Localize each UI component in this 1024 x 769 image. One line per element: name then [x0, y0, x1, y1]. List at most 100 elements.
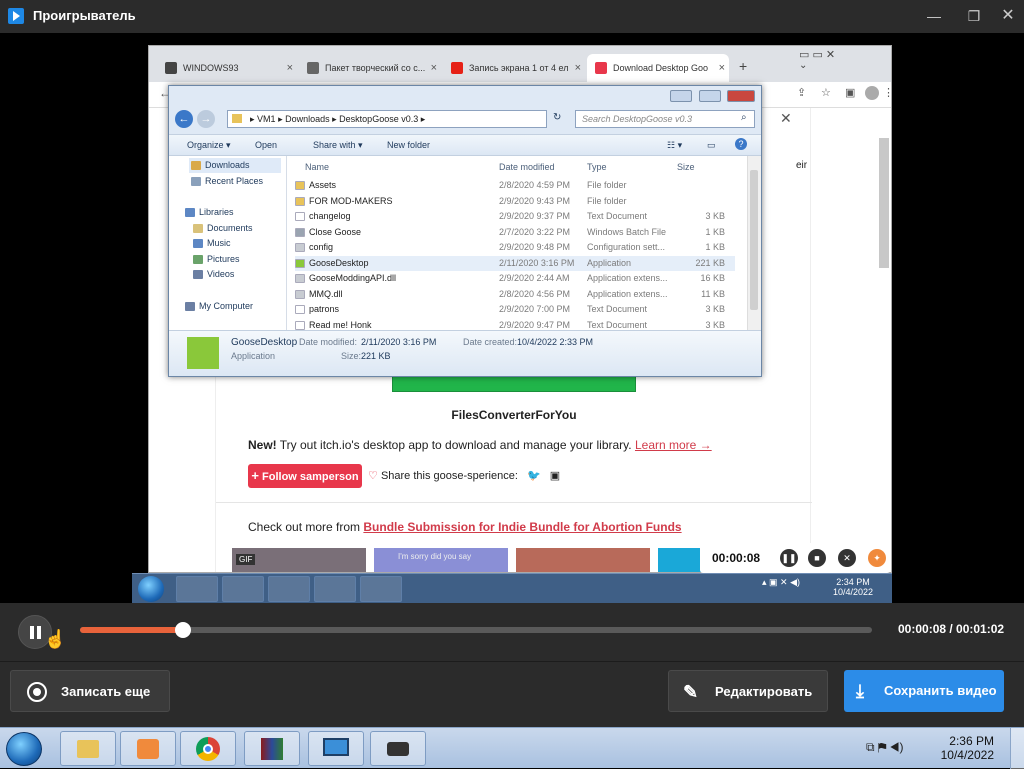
- file-date: 2/8/2020 4:56 PM: [499, 288, 571, 299]
- save-video-button[interactable]: ⤓ Сохранить видео: [844, 670, 1004, 712]
- search-icon: ⌕: [741, 112, 747, 123]
- share-with-menu: Share with ▾: [313, 140, 363, 150]
- column-header-name: Name: [305, 162, 330, 172]
- explorer-search-input: Search DesktopGoose v0.3: [575, 110, 755, 128]
- file-size: 11 KB: [701, 288, 725, 299]
- details-size: 221 KB: [361, 351, 391, 361]
- refresh-icon: ↻: [553, 112, 562, 123]
- file-size: 3 KB: [705, 304, 725, 314]
- file-row: MMQ.dll 2/8/2020 4:56 PM Application exten…: [295, 287, 735, 302]
- minimize-button[interactable]: —: [916, 4, 952, 28]
- start-button[interactable]: [6, 732, 42, 766]
- recorded-taskbar-chrome: [268, 576, 310, 602]
- file-row: FOR MOD-MAKERS 2/9/2020 9:43 PM File folde…: [295, 194, 735, 209]
- file-type: Text Document: [587, 304, 648, 314]
- record-again-button[interactable]: Записать еще: [10, 670, 170, 712]
- file-row: patrons 2/9/2020 7:00 PM Text Document 3 KB: [295, 302, 735, 317]
- downloads-folder-icon: [191, 161, 201, 170]
- file-icon: [295, 274, 305, 283]
- column-header-type: Type: [587, 162, 607, 172]
- recorded-taskbar-computer: [360, 576, 402, 602]
- details-created-label: Date created:: [463, 337, 518, 347]
- breadcrumb-separator: ▸: [420, 114, 426, 124]
- taskbar-chrome-button[interactable]: [180, 731, 236, 766]
- taskbar-explorer-button[interactable]: [60, 731, 116, 766]
- chrome-icon: [196, 737, 220, 761]
- details-kind: Application: [231, 351, 276, 361]
- file-name: GooseModdingAPI.dll: [309, 273, 397, 283]
- sidepanel-icon: ▣: [845, 87, 856, 99]
- breadcrumb-item: DesktopGoose v0.3: [339, 114, 419, 124]
- folder-icon: [232, 114, 242, 123]
- explorer-window: ← → ▸ VM1 ▸ Downloads ▸ DesktopGoose v0.…: [168, 85, 762, 377]
- gif-badge: GIF: [236, 554, 256, 565]
- recorded-clock: 2:34 PM 10/4/2022: [828, 577, 878, 597]
- tray-icons: ▴ ▣ ✕ ◀): [762, 577, 800, 587]
- file-list-scrollbar: [747, 156, 761, 330]
- thumbnail-caption: I'm sorry did you say: [398, 552, 472, 561]
- system-tray-icons[interactable]: ⧉ ⚑ ◀): [866, 740, 904, 755]
- game-thumbnail: GIF: [232, 548, 366, 572]
- nav-label: Downloads: [205, 160, 250, 170]
- recorded-taskbar: ▴ ▣ ✕ ◀) 2:34 PM 10/4/2022: [132, 573, 892, 603]
- file-name: config: [309, 242, 334, 252]
- nav-label: Libraries: [199, 207, 234, 217]
- explorer-nav-pane: Downloads Recent Places Libraries Docume…: [169, 156, 287, 330]
- file-icon: [295, 243, 305, 252]
- address-bar: ▸ VM1 ▸ Downloads ▸ DesktopGoose v0.3 ▸: [227, 110, 547, 128]
- file-size: 1 KB: [705, 226, 725, 237]
- explorer-folder-icon: [77, 740, 99, 758]
- check-out-text: Check out more from: [248, 520, 361, 534]
- edit-button[interactable]: ✎ Редактировать: [668, 670, 828, 712]
- explorer-minimize-icon: [670, 90, 693, 102]
- recorded-taskbar-player: [222, 576, 264, 602]
- show-desktop-button[interactable]: [1010, 728, 1024, 769]
- music-icon: [193, 239, 203, 248]
- taskbar-recorder-button[interactable]: [370, 731, 426, 766]
- computer-icon: [185, 302, 195, 311]
- browser-tab: WINDOWS93 ×: [157, 54, 297, 82]
- taskbar-clock[interactable]: 2:36 PM 10/4/2022: [941, 734, 994, 762]
- file-icon: [295, 258, 305, 268]
- organize-menu: Organize ▾: [187, 140, 231, 150]
- nav-label: Recent Places: [205, 176, 264, 186]
- new-folder-command: New folder: [387, 140, 431, 150]
- pause-icon: [30, 626, 34, 639]
- winrar-icon: [261, 738, 283, 760]
- file-type: File folder: [587, 180, 627, 190]
- taskbar-computer-button[interactable]: [308, 731, 364, 766]
- taskbar-winrar-button[interactable]: [244, 731, 300, 766]
- recorded-tray: ▴ ▣ ✕ ◀): [762, 577, 800, 588]
- view-options-icon: ☷ ▾: [667, 140, 683, 150]
- record-again-label: Записать еще: [61, 684, 151, 699]
- record-icon: [27, 682, 47, 702]
- file-size: 3 KB: [705, 211, 725, 221]
- share-text: Share this goose-sperience:: [380, 470, 518, 482]
- file-name: MMQ.dll: [309, 288, 343, 299]
- close-button[interactable]: ✕: [990, 4, 1024, 28]
- pictures-icon: [193, 255, 203, 264]
- seek-bar[interactable]: [80, 622, 872, 638]
- maximize-button[interactable]: ❐: [956, 4, 992, 28]
- nav-item-pictures: Pictures: [191, 252, 240, 267]
- file-date: 2/9/2020 9:37 PM: [499, 211, 571, 221]
- open-command: Open: [255, 140, 278, 150]
- file-icon: [295, 320, 305, 330]
- seek-bar-handle[interactable]: [174, 622, 191, 638]
- details-size-label: Size:: [341, 351, 362, 361]
- browser-tab: Пакет творческий со с... ×: [299, 54, 441, 82]
- tab-label: WINDOWS93: [183, 63, 239, 73]
- facebook-icon: ▣: [549, 470, 561, 482]
- tab-close-icon: ×: [574, 62, 581, 74]
- nav-item-downloads: Downloads: [189, 158, 281, 173]
- file-type: Text Document: [587, 211, 648, 221]
- taskbar-media-player-button[interactable]: [120, 731, 176, 766]
- documents-icon: [193, 224, 203, 233]
- share-section: ♡ Share this goose-sperience: 🐦 ▣: [368, 469, 560, 482]
- clock-date: 10/4/2022: [940, 748, 994, 762]
- menu-icon: ⋮: [883, 86, 891, 99]
- file-type: Application extens...: [587, 273, 668, 283]
- section-divider: [216, 502, 812, 503]
- breadcrumb-separator: ▸: [250, 114, 258, 124]
- file-date: 2/11/2020 3:16 PM: [499, 257, 575, 268]
